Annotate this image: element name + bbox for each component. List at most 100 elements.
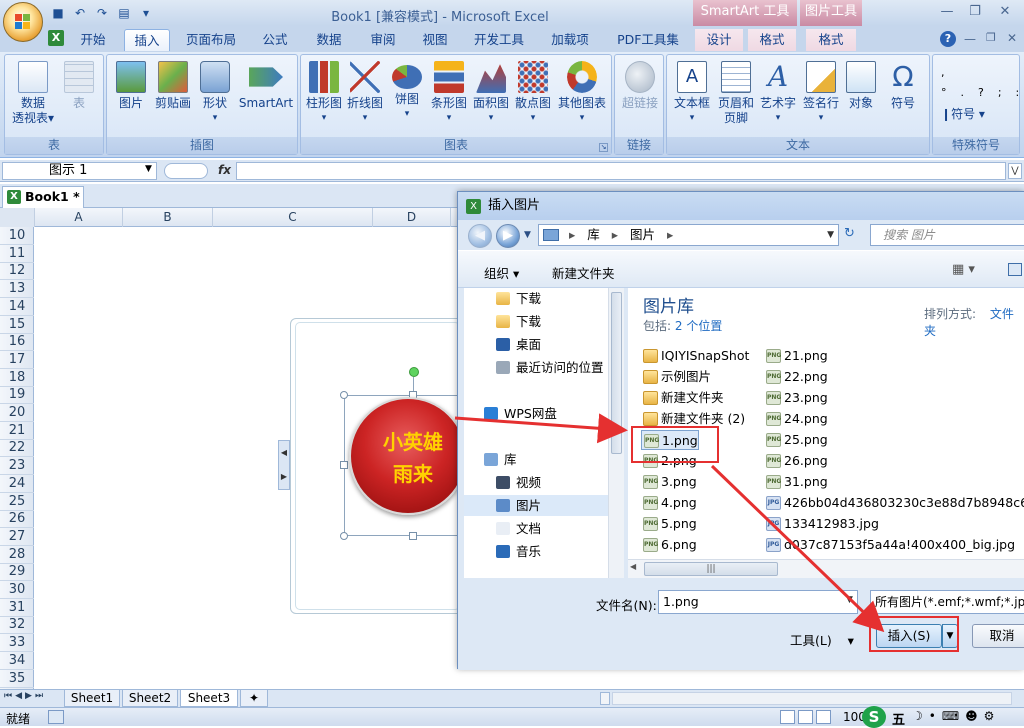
hscroll-thumb[interactable]: ||| bbox=[644, 562, 778, 576]
textbox-button[interactable]: A 文本框 ▾ bbox=[671, 59, 713, 126]
row-header[interactable]: 10 bbox=[0, 227, 34, 245]
nav-scroll-thumb[interactable] bbox=[611, 292, 622, 454]
row-header[interactable]: 18 bbox=[0, 369, 34, 387]
object-button[interactable]: 对象 bbox=[843, 59, 879, 111]
row-header[interactable]: 30 bbox=[0, 581, 34, 599]
page-break-view-icon[interactable] bbox=[816, 710, 831, 724]
smartart-text-pane-toggle[interactable]: ◀ ▶ bbox=[278, 440, 290, 490]
file-item[interactable]: PNG 21.png bbox=[764, 346, 828, 366]
rotation-handle[interactable] bbox=[409, 367, 419, 377]
shapes-button[interactable]: 形状 ▾ bbox=[197, 59, 233, 126]
tab-view[interactable]: 视图 bbox=[412, 29, 458, 51]
scatter-chart-button[interactable]: 散点图 ▾ bbox=[513, 59, 553, 126]
smartart-button[interactable]: SmartArt bbox=[235, 59, 297, 111]
column-header-b[interactable]: B bbox=[123, 208, 213, 227]
resize-handle-bl[interactable] bbox=[340, 532, 348, 540]
tab-split-handle[interactable] bbox=[600, 692, 610, 705]
special-symbols-grid[interactable]: ,°.?;: bbox=[941, 63, 1019, 103]
pivot-table-button[interactable]: 数据 透视表▾ bbox=[11, 59, 55, 126]
ime-toolbar-icons[interactable]: ☽•⌨☻⚙ bbox=[912, 709, 1000, 723]
file-item[interactable]: PNG 31.png bbox=[764, 472, 828, 492]
row-header[interactable]: 11 bbox=[0, 245, 34, 263]
resize-handle-l[interactable] bbox=[340, 461, 348, 469]
organize-button[interactable]: 组织 ▾ bbox=[484, 263, 519, 282]
file-item[interactable]: PNG 3.png bbox=[641, 472, 697, 492]
resize-handle-tl[interactable] bbox=[340, 391, 348, 399]
header-footer-button[interactable]: 页眉和 页脚 bbox=[715, 59, 757, 126]
tab-home[interactable]: 开始 bbox=[70, 29, 116, 51]
ribbon-restore-icon[interactable]: ❐ bbox=[986, 31, 996, 44]
nav-item-folder[interactable]: 下载 bbox=[464, 311, 608, 332]
special-symbol-button[interactable]: ❙符号 ▾ bbox=[941, 105, 985, 122]
view-options-icon[interactable]: ▦ ▾ bbox=[952, 262, 975, 277]
tab-page-layout[interactable]: 页面布局 bbox=[180, 29, 242, 51]
row-header[interactable]: 16 bbox=[0, 333, 34, 352]
insert-sheet-icon[interactable]: ✦ bbox=[240, 690, 268, 707]
bar-chart-button[interactable]: 条形图 ▾ bbox=[429, 59, 469, 126]
row-header[interactable]: 19 bbox=[0, 386, 34, 405]
area-chart-button[interactable]: 面积图 ▾ bbox=[471, 59, 511, 126]
macro-record-icon[interactable] bbox=[48, 710, 64, 724]
tab-developer[interactable]: 开发工具 bbox=[466, 29, 532, 51]
ime-logo-icon[interactable]: S bbox=[862, 706, 886, 728]
row-header[interactable]: 35 bbox=[0, 670, 34, 688]
resize-handle-b[interactable] bbox=[409, 532, 417, 540]
address-dropdown-icon[interactable]: ▼ bbox=[827, 225, 834, 245]
row-header[interactable]: 24 bbox=[0, 475, 34, 493]
tab-addins[interactable]: 加载项 bbox=[540, 29, 600, 51]
address-bar[interactable]: ▸ 库 ▸ 图片 ▸ ▼ bbox=[538, 224, 839, 246]
file-item[interactable]: PNG 6.png bbox=[641, 535, 697, 555]
signature-line-button[interactable]: 签名行 ▾ bbox=[801, 59, 841, 126]
file-item[interactable]: PNG 26.png bbox=[764, 451, 828, 471]
close-icon[interactable]: ✕ bbox=[994, 3, 1016, 21]
formula-expand-handle[interactable] bbox=[164, 163, 208, 179]
symbol-button[interactable]: Ω 符号 bbox=[883, 59, 923, 111]
row-header[interactable]: 14 bbox=[0, 298, 34, 316]
scroll-left-icon[interactable]: ◀ bbox=[630, 562, 636, 571]
cancel-button[interactable]: 取消 bbox=[972, 624, 1024, 648]
row-header[interactable]: 12 bbox=[0, 262, 34, 281]
file-item[interactable]: JPG d037c87153f5a44a!400x400_big.jpg bbox=[764, 535, 1015, 555]
column-header-d[interactable]: D bbox=[373, 208, 451, 227]
path-segment-pictures[interactable]: 图片 bbox=[630, 227, 655, 242]
nav-item-docs[interactable]: 文档 bbox=[464, 518, 608, 539]
chart-dialog-launcher-icon[interactable]: ↘ bbox=[599, 143, 608, 152]
sheet-tab-2[interactable]: Sheet2 bbox=[122, 690, 178, 707]
file-item[interactable]: PNG 22.png bbox=[764, 367, 828, 387]
folder-item[interactable]: IQIYISnapShot bbox=[641, 346, 749, 366]
sheet-tab-3[interactable]: Sheet3 bbox=[180, 690, 238, 707]
path-segment-library[interactable]: 库 bbox=[587, 227, 600, 242]
row-header[interactable]: 23 bbox=[0, 457, 34, 476]
forward-icon[interactable]: ▶ bbox=[496, 224, 520, 248]
nav-item-desktop[interactable]: 桌面 bbox=[464, 334, 608, 355]
row-header[interactable]: 13 bbox=[0, 280, 34, 299]
formula-expand-icon[interactable]: ⋁ bbox=[1008, 163, 1022, 179]
tab-design[interactable]: 设计 bbox=[695, 29, 743, 51]
restore-icon[interactable]: ❐ bbox=[964, 3, 986, 21]
tools-button[interactable]: 工具(L) ▾ bbox=[790, 630, 854, 649]
name-box[interactable]: 图示 1 bbox=[2, 162, 157, 180]
row-header[interactable]: 28 bbox=[0, 546, 34, 564]
file-item[interactable]: PNG 23.png bbox=[764, 388, 828, 408]
name-box-dropdown-icon[interactable]: ▼ bbox=[145, 164, 152, 174]
picture-button[interactable]: 图片 bbox=[113, 59, 149, 111]
file-item[interactable]: PNG 4.png bbox=[641, 493, 697, 513]
tab-formulas[interactable]: 公式 bbox=[252, 29, 298, 51]
nav-item-recent[interactable]: 最近访问的位置 bbox=[464, 357, 608, 378]
tab-review[interactable]: 审阅 bbox=[360, 29, 406, 51]
column-header-c[interactable]: C bbox=[213, 208, 373, 227]
insert-function-icon[interactable]: fx bbox=[218, 163, 231, 177]
tab-pdf-tools[interactable]: PDF工具集 bbox=[608, 29, 688, 51]
row-header[interactable]: 17 bbox=[0, 351, 34, 369]
nav-item-pictures[interactable]: 图片 bbox=[464, 495, 608, 516]
row-header[interactable]: 29 bbox=[0, 563, 34, 582]
table-button[interactable]: 表 bbox=[59, 59, 99, 111]
search-input[interactable]: 搜索 图片 bbox=[870, 224, 1024, 246]
normal-view-icon[interactable] bbox=[780, 710, 795, 724]
preview-pane-icon[interactable] bbox=[1008, 263, 1022, 276]
back-icon[interactable]: ◀ bbox=[468, 224, 492, 248]
sheet-nav-arrows-icon[interactable]: ⏮◀▶⏭ bbox=[4, 691, 46, 701]
horizontal-scrollbar[interactable] bbox=[612, 692, 1012, 705]
filename-dropdown-icon[interactable]: ▼ bbox=[846, 595, 853, 605]
row-header[interactable]: 32 bbox=[0, 616, 34, 635]
